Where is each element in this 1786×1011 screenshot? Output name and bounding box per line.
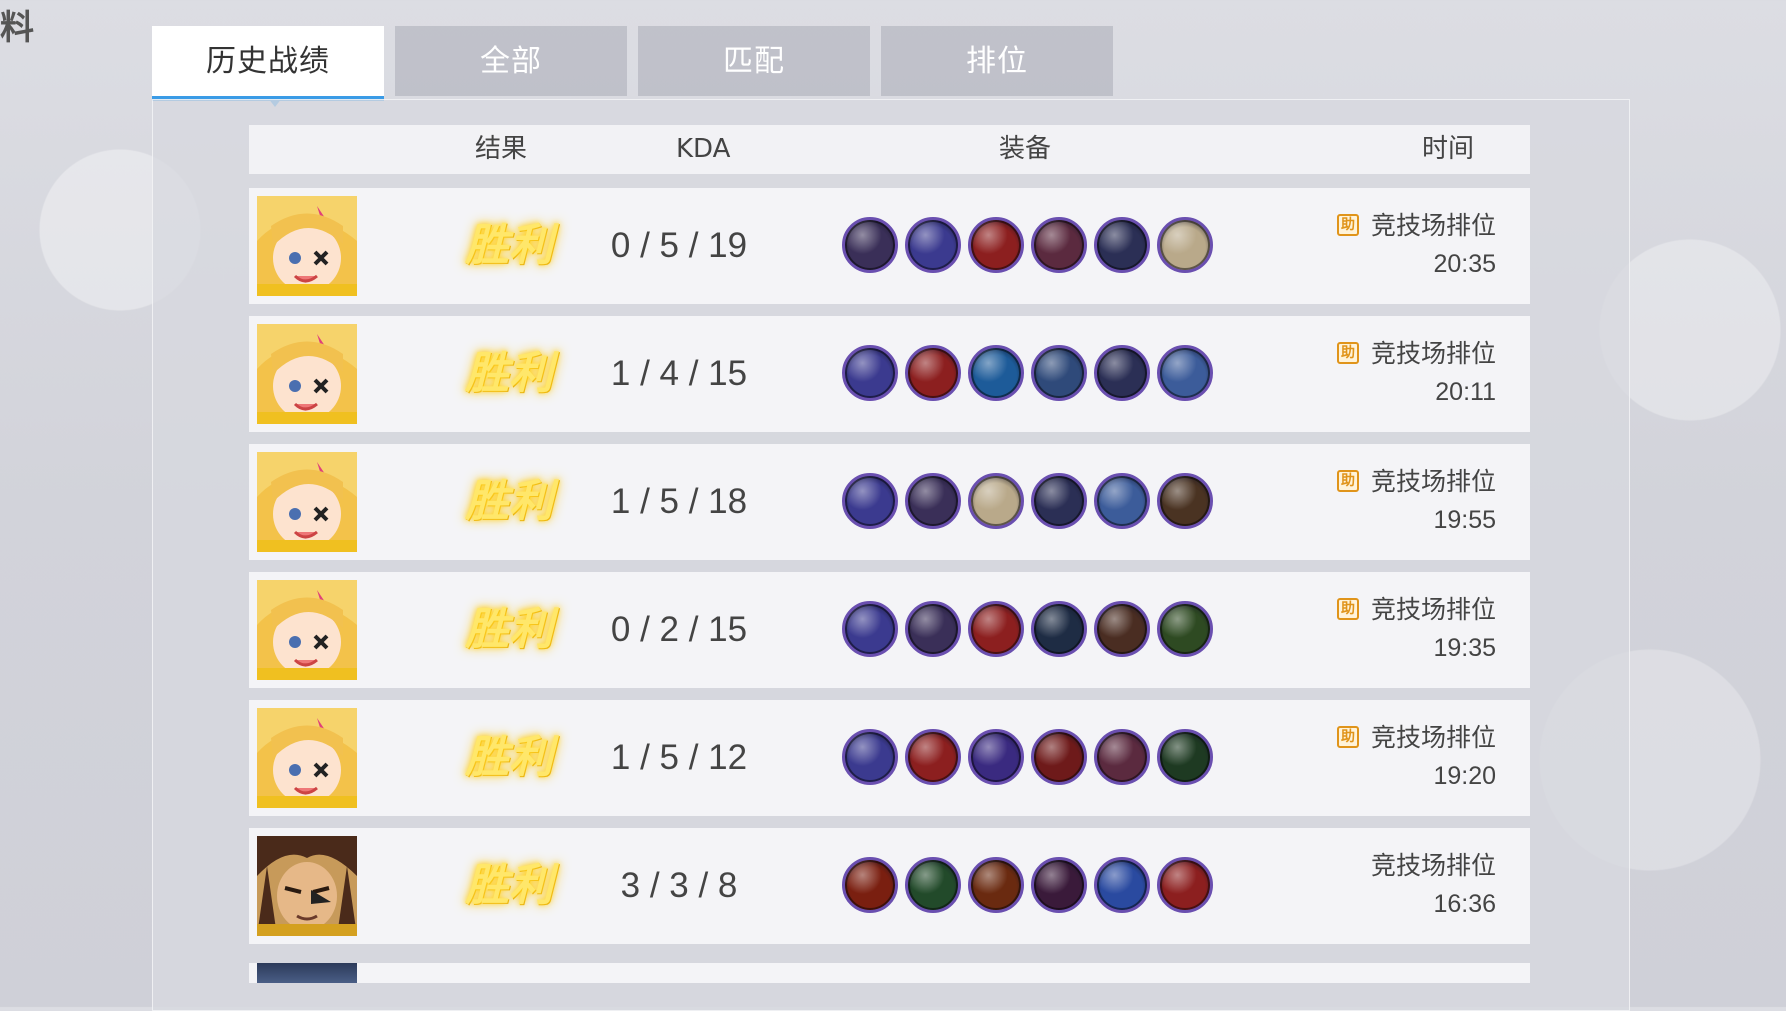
column-time: 时间 — [1422, 134, 1475, 164]
red-gauntlet-item-icon[interactable] — [968, 217, 1024, 273]
kda-value: 3 / 3 / 8 — [620, 866, 738, 905]
red-gauntlet-item-icon[interactable] — [905, 345, 961, 401]
game-mode: 竞技场排位 — [1370, 211, 1496, 240]
edge-glyph: 料 — [0, 8, 34, 48]
leather-belt-item-icon[interactable] — [1094, 217, 1150, 273]
dark-mask-item-icon[interactable] — [1031, 857, 1087, 913]
sword-staff-item-icon[interactable] — [905, 601, 961, 657]
tab-all[interactable]: 全部 — [395, 26, 627, 96]
leather-belt-item-icon[interactable] — [1094, 345, 1150, 401]
white-robe-item-icon[interactable] — [968, 473, 1024, 529]
kda-value: 1 / 5 / 18 — [610, 482, 748, 521]
game-mode: 竞技场排位 — [1370, 851, 1496, 880]
green-orb-item-icon[interactable] — [1157, 601, 1213, 657]
match-time: 19:55 — [1433, 506, 1496, 534]
kda-value: 0 / 2 / 15 — [610, 610, 748, 649]
red-gauntlet-item-icon[interactable] — [1157, 857, 1213, 913]
tab-match[interactable]: 匹配 — [638, 26, 870, 96]
list-item-partial[interactable] — [249, 963, 1530, 983]
result-victory: 胜利 — [465, 476, 553, 527]
game-mode: 竞技场排位 — [1370, 595, 1496, 624]
sword-staff-item-icon[interactable] — [905, 473, 961, 529]
game-mode: 竞技场排位 — [1370, 723, 1496, 752]
blue-boot-item-icon[interactable] — [1031, 601, 1087, 657]
blue-crystal-item-icon[interactable] — [1094, 857, 1150, 913]
flame-armor-item-icon[interactable] — [842, 857, 898, 913]
blonde-hero-avatar — [257, 196, 357, 296]
assist-badge-icon: 助 — [1337, 214, 1359, 236]
match-list: 胜利 0 / 5 / 19 助竞技场排位 20:35 胜利 1 / 4 / 15 助竞技场排… — [249, 188, 1530, 981]
column-equipment: 装备 — [999, 134, 1052, 164]
assist-badge-icon: 助 — [1337, 342, 1359, 364]
game-mode: 竞技场排位 — [1370, 339, 1496, 368]
match-row[interactable]: 胜利 3 / 3 / 8 竞技场排位 16:36 — [249, 828, 1530, 944]
horned-helmet-item-icon[interactable] — [1157, 473, 1213, 529]
sword-staff-item-icon[interactable] — [842, 217, 898, 273]
match-row[interactable]: 胜利 0 / 5 / 19 助竞技场排位 20:35 — [249, 188, 1530, 304]
kda-value: 0 / 5 / 19 — [610, 226, 748, 265]
match-time: 20:11 — [1435, 378, 1496, 406]
result-victory: 胜利 — [465, 732, 553, 783]
match-row[interactable]: 胜利 1 / 5 / 18 助竞技场排位 19:55 — [249, 444, 1530, 560]
column-kda: KDA — [676, 134, 731, 164]
match-time: 19:35 — [1433, 634, 1496, 662]
white-robe-item-icon[interactable] — [1157, 217, 1213, 273]
result-victory: 胜利 — [465, 860, 553, 911]
column-result: 结果 — [475, 134, 528, 164]
match-row[interactable]: 胜利 1 / 5 / 12 助竞技场排位 19:20 — [249, 700, 1530, 816]
leather-belt-item-icon[interactable] — [1031, 473, 1087, 529]
purple-blade-item-icon[interactable] — [842, 473, 898, 529]
bearded-hero-avatar — [257, 836, 357, 936]
bone-charm-item-icon[interactable] — [1094, 729, 1150, 785]
blonde-hero-avatar — [257, 580, 357, 680]
blonde-hero-avatar — [257, 324, 357, 424]
red-gauntlet-item-icon[interactable] — [905, 729, 961, 785]
fire-boot-item-icon[interactable] — [968, 857, 1024, 913]
match-time: 16:36 — [1433, 890, 1496, 918]
purple-blade-item-icon[interactable] — [842, 601, 898, 657]
purple-blade-item-icon[interactable] — [905, 217, 961, 273]
purple-scroll-item-icon[interactable] — [968, 729, 1024, 785]
blonde-hero-avatar — [257, 452, 357, 552]
ice-boot-item-icon[interactable] — [968, 345, 1024, 401]
assist-badge-icon: 助 — [1337, 470, 1359, 492]
blonde-hero-avatar — [257, 708, 357, 808]
kda-value: 1 / 4 / 15 — [610, 354, 748, 393]
match-row[interactable]: 胜利 0 / 2 / 15 助竞技场排位 19:35 — [249, 572, 1530, 688]
brown-claw-item-icon[interactable] — [1094, 601, 1150, 657]
golden-hammer-item-icon[interactable] — [1031, 345, 1087, 401]
purple-blade-item-icon[interactable] — [842, 345, 898, 401]
match-time: 19:20 — [1433, 762, 1496, 790]
red-gauntlet-item-icon[interactable] — [968, 601, 1024, 657]
assist-badge-icon: 助 — [1337, 726, 1359, 748]
game-mode: 竞技场排位 — [1370, 467, 1496, 496]
purple-blade-item-icon[interactable] — [842, 729, 898, 785]
match-row[interactable]: 胜利 1 / 4 / 15 助竞技场排位 20:11 — [249, 316, 1530, 432]
fire-wing-item-icon[interactable] — [1031, 729, 1087, 785]
result-victory: 胜利 — [465, 348, 553, 399]
green-beast-item-icon[interactable] — [905, 857, 961, 913]
table-header: 结果 KDA 装备 时间 — [249, 125, 1530, 174]
tab-ranked[interactable]: 排位 — [881, 26, 1113, 96]
kda-value: 1 / 5 / 12 — [610, 738, 748, 777]
match-time: 20:35 — [1433, 250, 1496, 278]
steel-ring-item-icon[interactable] — [1157, 345, 1213, 401]
steel-ring-item-icon[interactable] — [1094, 473, 1150, 529]
assist-badge-icon: 助 — [1337, 598, 1359, 620]
green-spear-item-icon[interactable] — [1157, 729, 1213, 785]
bone-charm-item-icon[interactable] — [1031, 217, 1087, 273]
tab-history[interactable]: 历史战绩 — [152, 26, 384, 101]
hero-avatar — [257, 963, 357, 983]
result-victory: 胜利 — [465, 220, 553, 271]
result-victory: 胜利 — [465, 604, 553, 655]
